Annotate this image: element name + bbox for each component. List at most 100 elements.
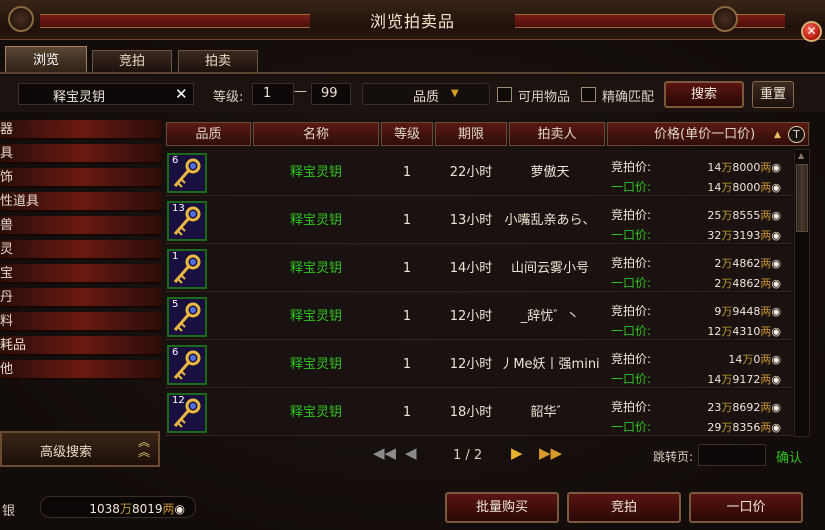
buyout-price-label: 一口价:: [611, 324, 652, 338]
category-item[interactable]: 灵: [0, 240, 162, 260]
bid-price-label: 竞拍价:: [611, 208, 652, 222]
item-icon[interactable]: 12: [167, 393, 207, 433]
pagination: ◀◀ ◀ 1 / 2 ▶ ▶▶ 跳转页: 确认: [165, 438, 810, 474]
sort-arrow-icon: ▲: [774, 130, 781, 140]
column-header-seller[interactable]: 拍卖人: [509, 122, 605, 146]
table-row[interactable]: 6 释宝灵钥 1 22小时 萝傲天 竞拍价: 一口价: 14万8000两◉ 14…: [165, 150, 793, 196]
category-item[interactable]: 具: [0, 144, 162, 164]
category-item[interactable]: 丹: [0, 288, 162, 308]
table-scrollbar[interactable]: ▲: [794, 149, 810, 437]
scroll-up-icon[interactable]: ▲: [798, 151, 804, 160]
item-level: 1: [402, 213, 412, 228]
bid-price-value: 9万9448两◉: [714, 305, 781, 318]
category-item[interactable]: 器: [0, 120, 162, 140]
silver-coin-icon: ◉: [771, 305, 781, 318]
exact-match-label: 精确匹配: [602, 90, 655, 105]
search-button[interactable]: 搜索: [664, 81, 744, 108]
search-bar: 释宝灵钥 ✕ 等级: 1 — 99 品质 ▼ 可用物品 精确匹配 搜索 重置: [0, 76, 825, 112]
price-header-label: 价格(单价一口价): [654, 127, 756, 142]
first-page-icon[interactable]: ◀◀: [373, 444, 396, 462]
bulk-buy-button[interactable]: 批量购买: [445, 492, 559, 523]
bid-price-label: 竞拍价:: [611, 352, 652, 366]
item-name: 释宝灵钥: [289, 357, 342, 372]
advanced-search-button[interactable]: 高级搜索 ︽ ︽: [0, 431, 160, 467]
item-seller: 萝傲天: [530, 165, 570, 180]
level-max-input[interactable]: 99: [311, 83, 351, 105]
help-icon[interactable]: T: [788, 126, 805, 143]
item-icon[interactable]: 6: [167, 153, 207, 193]
item-icon[interactable]: 1: [167, 249, 207, 289]
buyout-price-label: 一口价:: [611, 276, 652, 290]
jump-confirm-button[interactable]: 确认: [776, 447, 802, 466]
keyword-input[interactable]: 释宝灵钥 ✕: [18, 83, 194, 105]
tab-bidding[interactable]: 竞拍: [92, 50, 172, 72]
item-quality-badge: 12: [172, 395, 185, 406]
window-title: 浏览拍卖品: [369, 12, 455, 31]
jump-page-input[interactable]: [698, 444, 766, 466]
column-header-price[interactable]: 价格(单价一口价) ▲ T: [607, 122, 809, 146]
category-list: 器 具 饰 性道具 兽 灵 宝 丹 料 耗品 他: [0, 118, 162, 380]
table-row[interactable]: 5 释宝灵钥 1 12小时 _辞忧゛丶 竞拍价: 一口价: 9万9448两◉ 1…: [165, 294, 793, 340]
silver-coin-icon: ◉: [771, 229, 781, 242]
item-icon[interactable]: 5: [167, 297, 207, 337]
item-quality-badge: 1: [172, 251, 179, 262]
column-header-duration[interactable]: 期限: [435, 122, 507, 146]
silver-coin-icon: ◉: [771, 209, 781, 222]
table-row[interactable]: 6 释宝灵钥 1 12小时 丿Me妖丨强mini 竞拍价: 一口价: 14万0两…: [165, 342, 793, 388]
auction-window: 浏览拍卖品 ✕ 浏览 竞拍 拍卖 释宝灵钥 ✕ 等级: 1 — 99 品质 ▼ …: [0, 0, 825, 530]
bid-button[interactable]: 竞拍: [567, 492, 681, 523]
column-header-name[interactable]: 名称: [253, 122, 379, 146]
buyout-price-label: 一口价:: [611, 372, 652, 386]
bid-price-label: 竞拍价:: [611, 400, 652, 414]
table-header: 品质 名称 等级 期限 拍卖人 价格(单价一口价) ▲ T: [165, 122, 810, 146]
buyout-price-value: 12万4310两◉: [707, 325, 781, 338]
category-item[interactable]: 他: [0, 360, 162, 380]
prev-page-icon[interactable]: ◀: [405, 444, 417, 462]
level-min-input[interactable]: 1: [252, 83, 294, 105]
level-dash: —: [294, 84, 307, 99]
item-name: 释宝灵钥: [289, 165, 342, 180]
column-header-quality[interactable]: 品质: [166, 122, 251, 146]
category-item[interactable]: 耗品: [0, 336, 162, 356]
table-row[interactable]: 13 释宝灵钥 1 13小时 小嘴乱亲あら、 竞拍价: 一口价: 25万8555…: [165, 198, 793, 244]
quality-dropdown[interactable]: 品质 ▼: [362, 83, 490, 105]
category-item[interactable]: 饰: [0, 168, 162, 188]
item-quality-badge: 6: [172, 155, 179, 166]
next-page-icon[interactable]: ▶: [511, 444, 523, 462]
tab-selling[interactable]: 拍卖: [178, 50, 258, 72]
usable-items-checkbox[interactable]: [497, 87, 512, 102]
title-bar[interactable]: 浏览拍卖品: [0, 0, 825, 40]
category-item[interactable]: 宝: [0, 264, 162, 284]
silver-label: 银: [2, 504, 16, 519]
exact-match-checkbox[interactable]: [581, 87, 596, 102]
close-button[interactable]: ✕: [801, 21, 822, 42]
silver-coin-icon: ◉: [771, 277, 781, 290]
item-name: 释宝灵钥: [289, 213, 342, 228]
bid-price-value: 2万4862两◉: [714, 257, 781, 270]
clear-icon[interactable]: ✕: [175, 85, 188, 103]
column-header-level[interactable]: 等级: [381, 122, 433, 146]
tab-browse[interactable]: 浏览: [5, 46, 87, 73]
silver-coin-icon: ◉: [771, 325, 781, 338]
category-item[interactable]: 料: [0, 312, 162, 332]
footer-bar: 银 1038万8019两◉ 批量购买 竞拍 一口价: [0, 487, 825, 530]
item-icon[interactable]: 13: [167, 201, 207, 241]
item-seller: _辞忧゛丶: [520, 309, 580, 324]
category-item[interactable]: 性道具: [0, 192, 162, 212]
silver-coin-icon: ◉: [771, 161, 781, 174]
category-item[interactable]: 兽: [0, 216, 162, 236]
item-seller: 小嘴乱亲あら、: [504, 213, 596, 228]
table-row[interactable]: 1 释宝灵钥 1 14小时 山间云雾小号 竞拍价: 一口价: 2万4862两◉ …: [165, 246, 793, 292]
item-icon[interactable]: 6: [167, 345, 207, 385]
bid-price-value: 14万8000两◉: [707, 161, 781, 174]
quality-dropdown-label: 品质: [413, 90, 440, 105]
silver-coin-icon: ◉: [771, 401, 781, 414]
keyword-value: 释宝灵钥: [53, 90, 106, 105]
table-row[interactable]: 12 释宝灵钥 1 18小时 韶华゛ 竞拍价: 一口价: 23万8692两◉ 2…: [165, 390, 793, 436]
last-page-icon[interactable]: ▶▶: [539, 444, 562, 462]
scrollbar-thumb[interactable]: [796, 164, 808, 232]
buyout-price-value: 14万8000两◉: [707, 181, 781, 194]
bid-price-value: 14万0两◉: [728, 353, 781, 366]
reset-button[interactable]: 重置: [752, 81, 794, 108]
buyout-button[interactable]: 一口价: [689, 492, 803, 523]
